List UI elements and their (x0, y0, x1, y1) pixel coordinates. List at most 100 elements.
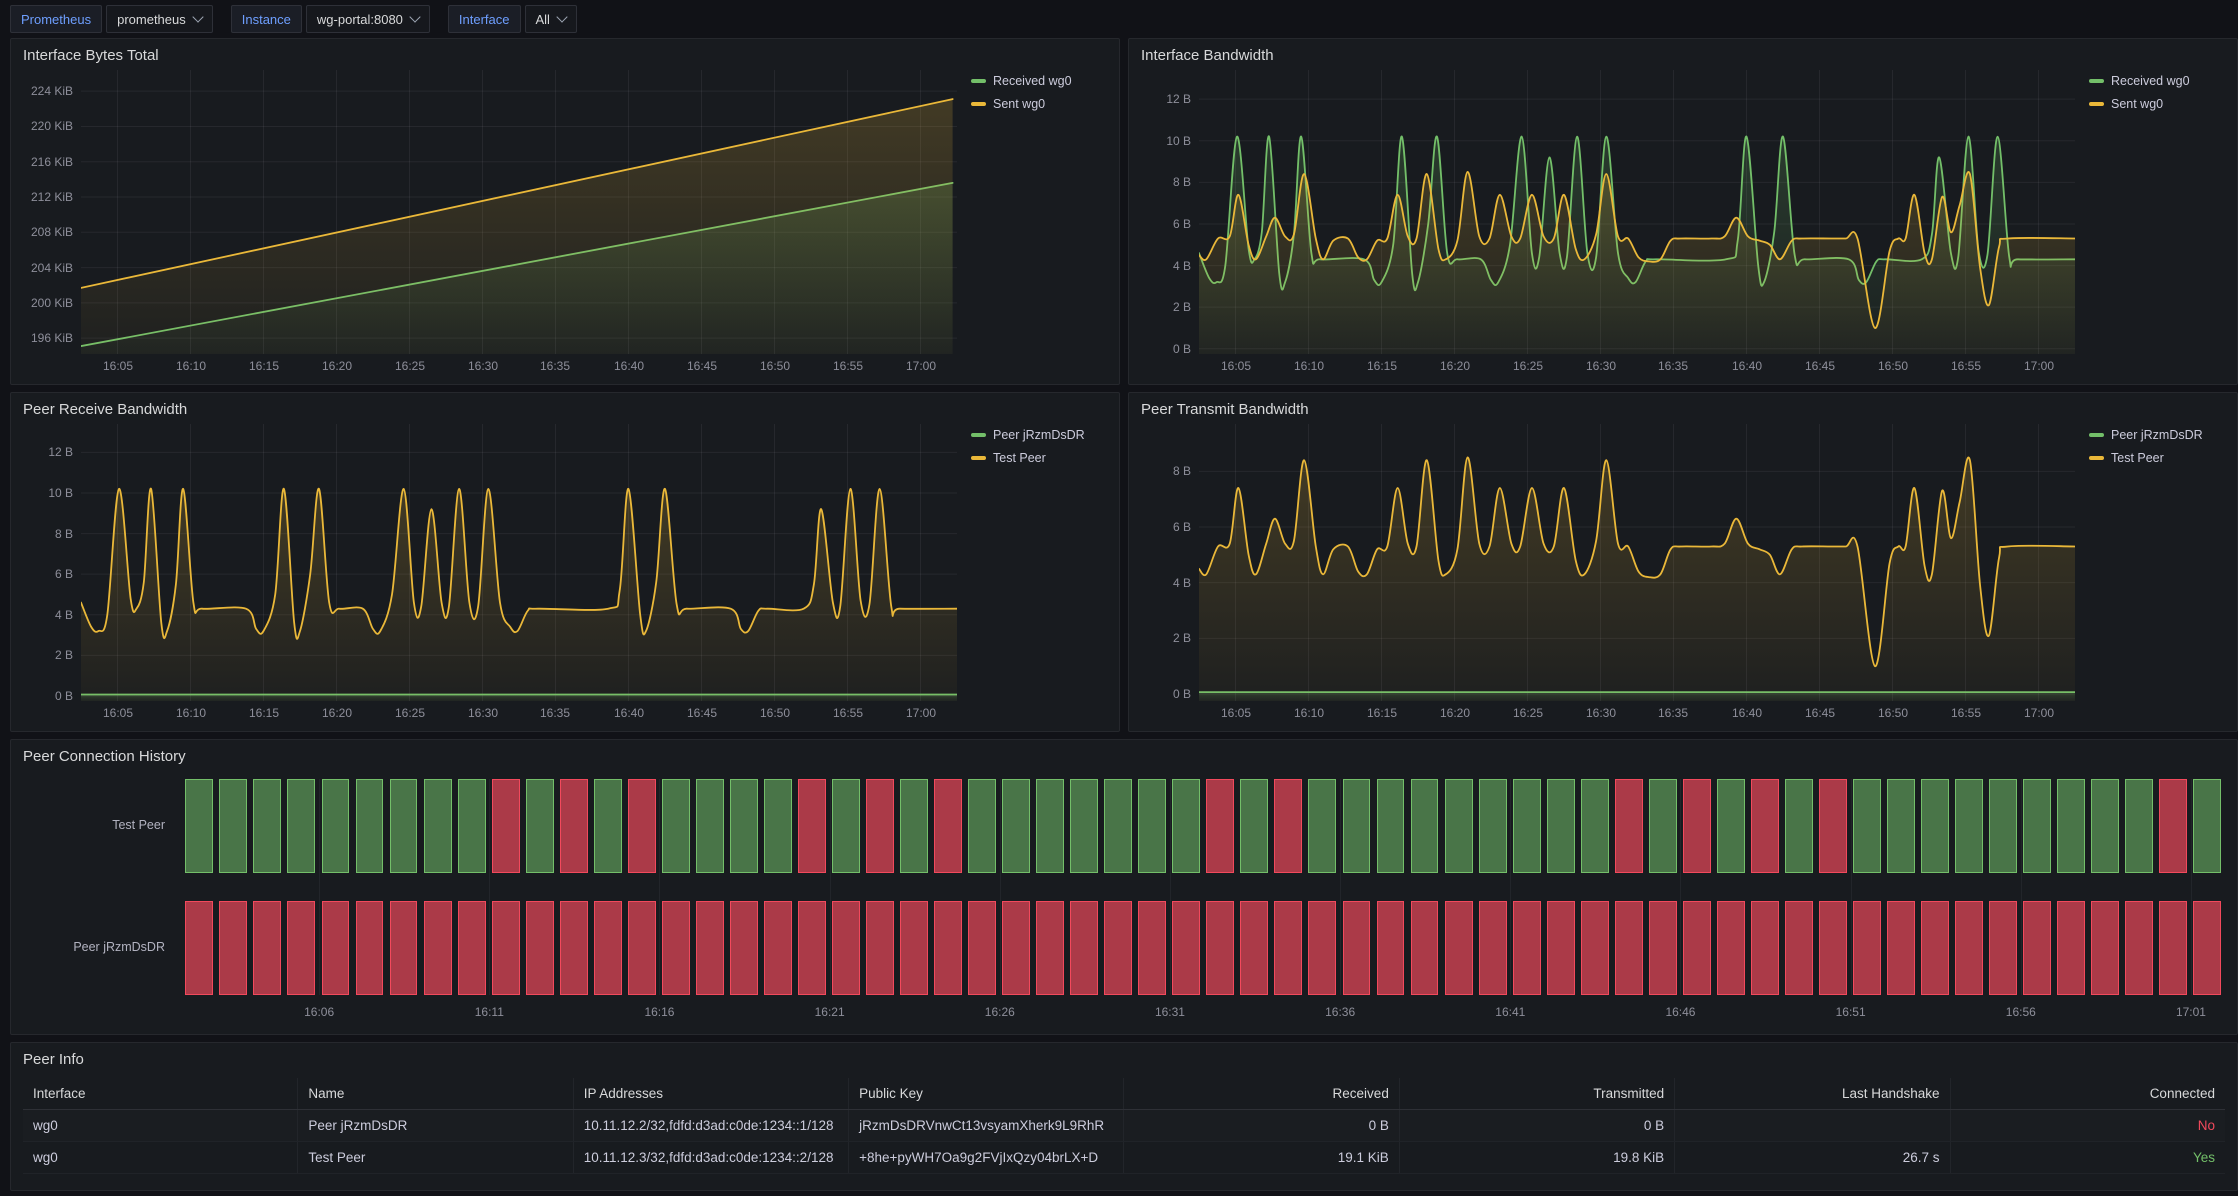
status-bar-connected[interactable] (730, 779, 758, 873)
status-bar-connected[interactable] (1717, 779, 1745, 873)
variable-value-interface-dropdown[interactable]: All (525, 5, 577, 33)
status-bar-disconnected[interactable] (526, 901, 554, 995)
status-bar-disconnected[interactable] (560, 901, 588, 995)
status-bar-connected[interactable] (2125, 779, 2153, 873)
status-bar-disconnected[interactable] (1683, 901, 1711, 995)
chart-plot-area[interactable] (1199, 70, 2075, 354)
status-bar-disconnected[interactable] (1070, 901, 1098, 995)
status-bar-disconnected[interactable] (219, 901, 247, 995)
status-bar-disconnected[interactable] (1649, 901, 1677, 995)
status-bar-connected[interactable] (1343, 779, 1371, 873)
legend-item-peer-jrzmdsdr[interactable]: Peer jRzmDsDR (2089, 428, 2225, 442)
status-bar-disconnected[interactable] (764, 901, 792, 995)
status-bar-disconnected[interactable] (1921, 901, 1949, 995)
status-bar-disconnected[interactable] (458, 901, 486, 995)
status-bar-disconnected[interactable] (866, 779, 894, 873)
status-bar-disconnected[interactable] (2125, 901, 2153, 995)
status-bar-disconnected[interactable] (594, 901, 622, 995)
variable-value-prometheus-dropdown[interactable]: prometheus (106, 5, 213, 33)
table-header-pubkey[interactable]: Public Key (849, 1078, 1124, 1110)
status-bar-disconnected[interactable] (628, 779, 656, 873)
status-bar-disconnected[interactable] (1138, 901, 1166, 995)
status-bar-disconnected[interactable] (1581, 901, 1609, 995)
status-bar-disconnected[interactable] (934, 779, 962, 873)
status-plot-area[interactable]: 16:0616:1116:1616:2116:2616:3116:3616:41… (183, 771, 2225, 1026)
table-header-received[interactable]: Received (1124, 1078, 1399, 1110)
table-header-transmitted[interactable]: Transmitted (1399, 1078, 1674, 1110)
status-bar-disconnected[interactable] (1274, 779, 1302, 873)
status-bar-connected[interactable] (1308, 779, 1336, 873)
status-bar-connected[interactable] (253, 779, 281, 873)
status-bar-connected[interactable] (1955, 779, 1983, 873)
status-bar-connected[interactable] (1002, 779, 1030, 873)
status-bar-connected[interactable] (458, 779, 486, 873)
status-bar-connected[interactable] (1104, 779, 1132, 873)
status-bar-connected[interactable] (390, 779, 418, 873)
status-bar-disconnected[interactable] (253, 901, 281, 995)
legend-item-received-wg0[interactable]: Received wg0 (2089, 74, 2225, 88)
status-bar-disconnected[interactable] (1785, 901, 1813, 995)
status-bar-disconnected[interactable] (390, 901, 418, 995)
status-bar-disconnected[interactable] (1308, 901, 1336, 995)
status-bar-disconnected[interactable] (2023, 901, 2051, 995)
status-bar-disconnected[interactable] (1547, 901, 1575, 995)
legend-item-sent-wg0[interactable]: Sent wg0 (2089, 97, 2225, 111)
status-bar-connected[interactable] (1513, 779, 1541, 873)
status-bar-connected[interactable] (1649, 779, 1677, 873)
status-bar-connected[interactable] (1887, 779, 1915, 873)
status-bar-connected[interactable] (1036, 779, 1064, 873)
status-bar-disconnected[interactable] (322, 901, 350, 995)
status-bar-disconnected[interactable] (1274, 901, 1302, 995)
status-bar-disconnected[interactable] (798, 779, 826, 873)
status-bar-disconnected[interactable] (1513, 901, 1541, 995)
status-bar-disconnected[interactable] (1411, 901, 1439, 995)
status-bar-connected[interactable] (1479, 779, 1507, 873)
status-bar-disconnected[interactable] (628, 901, 656, 995)
status-bar-disconnected[interactable] (492, 779, 520, 873)
status-bar-disconnected[interactable] (185, 901, 213, 995)
status-bar-connected[interactable] (1989, 779, 2017, 873)
table-header-connected[interactable]: Connected (1950, 1078, 2225, 1110)
status-bar-disconnected[interactable] (424, 901, 452, 995)
status-bar-connected[interactable] (1070, 779, 1098, 873)
status-bar-disconnected[interactable] (1615, 779, 1643, 873)
status-bar-connected[interactable] (1581, 779, 1609, 873)
status-bar-disconnected[interactable] (2057, 901, 2085, 995)
status-bar-disconnected[interactable] (560, 779, 588, 873)
status-bar-connected[interactable] (1411, 779, 1439, 873)
status-bar-connected[interactable] (900, 779, 928, 873)
status-bar-disconnected[interactable] (1104, 901, 1132, 995)
status-bar-connected[interactable] (1138, 779, 1166, 873)
status-bar-connected[interactable] (1445, 779, 1473, 873)
status-bar-disconnected[interactable] (1819, 779, 1847, 873)
table-header-ip[interactable]: IP Addresses (573, 1078, 848, 1110)
status-bar-disconnected[interactable] (696, 901, 724, 995)
status-bar-connected[interactable] (1921, 779, 1949, 873)
status-bar-connected[interactable] (662, 779, 690, 873)
status-bar-disconnected[interactable] (2159, 779, 2187, 873)
status-bar-disconnected[interactable] (356, 901, 384, 995)
status-bar-connected[interactable] (526, 779, 554, 873)
legend-item-test-peer[interactable]: Test Peer (2089, 451, 2225, 465)
status-bar-disconnected[interactable] (2159, 901, 2187, 995)
status-bar-connected[interactable] (219, 779, 247, 873)
status-bar-connected[interactable] (185, 779, 213, 873)
status-bar-disconnected[interactable] (934, 901, 962, 995)
status-bar-connected[interactable] (594, 779, 622, 873)
chart-plot-area[interactable] (1199, 424, 2075, 701)
status-bar-disconnected[interactable] (1206, 779, 1234, 873)
status-bar-connected[interactable] (696, 779, 724, 873)
status-bar-disconnected[interactable] (1036, 901, 1064, 995)
status-bar-disconnected[interactable] (1240, 901, 1268, 995)
status-bar-connected[interactable] (968, 779, 996, 873)
status-bar-disconnected[interactable] (1955, 901, 1983, 995)
status-bar-disconnected[interactable] (2193, 901, 2221, 995)
status-bar-connected[interactable] (2091, 779, 2119, 873)
variable-value-instance-dropdown[interactable]: wg-portal:8080 (306, 5, 430, 33)
status-bar-disconnected[interactable] (1683, 779, 1711, 873)
status-bar-disconnected[interactable] (1751, 901, 1779, 995)
status-bar-disconnected[interactable] (1172, 901, 1200, 995)
status-bar-disconnected[interactable] (662, 901, 690, 995)
status-bar-connected[interactable] (2057, 779, 2085, 873)
status-bar-connected[interactable] (356, 779, 384, 873)
